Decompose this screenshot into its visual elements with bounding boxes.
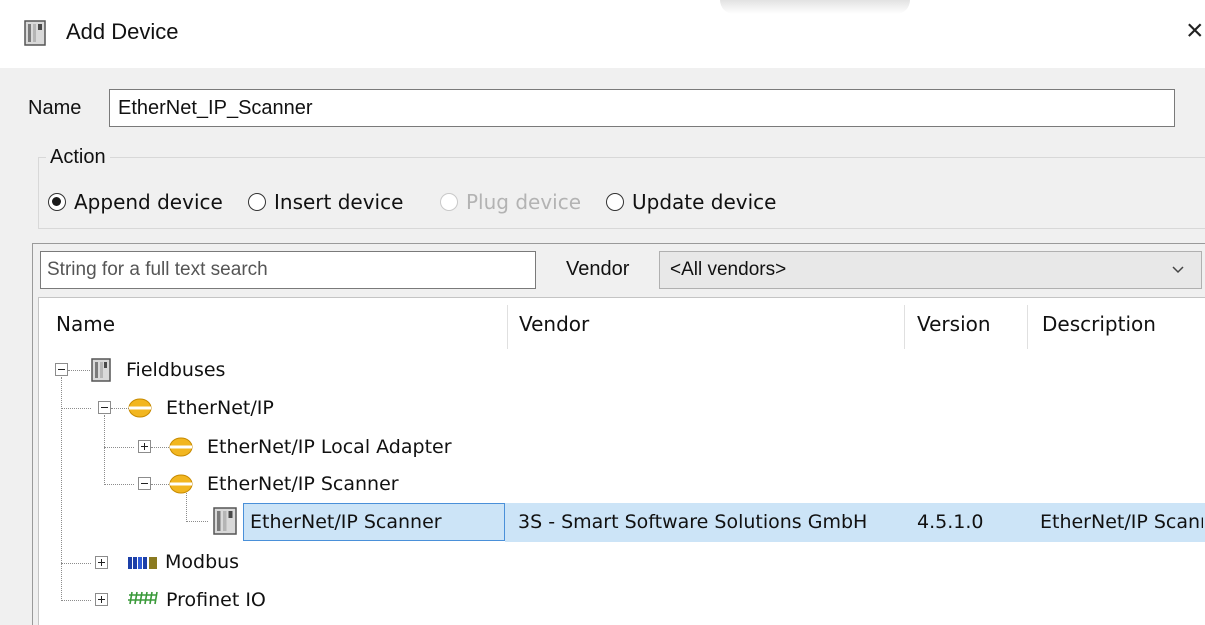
ethernet-ip-icon xyxy=(169,473,193,500)
title-bar xyxy=(0,0,1205,68)
tree-node-ethernet-ip-scanner-device[interactable]: EtherNet/IP Scanner xyxy=(250,511,442,533)
vendor-selected-value: <All vendors> xyxy=(670,259,787,280)
tree-node-ethernet-ip-scanner-group[interactable]: EtherNet/IP Scanner xyxy=(207,473,399,495)
tree-line xyxy=(61,377,62,601)
column-separator[interactable] xyxy=(904,305,905,349)
collapse-icon[interactable] xyxy=(55,363,68,376)
update-device-radio[interactable]: Update device xyxy=(606,189,776,215)
chevron-down-icon[interactable] xyxy=(1172,262,1184,274)
collapse-icon[interactable] xyxy=(138,477,151,490)
append-device-radio[interactable]: Append device xyxy=(48,189,223,215)
tree-line xyxy=(104,484,134,485)
device-icon xyxy=(91,358,111,387)
tree-line xyxy=(61,563,91,564)
radio-button-icon[interactable] xyxy=(248,193,266,211)
tree-node-profinet-io[interactable]: Profinet IO xyxy=(166,589,266,611)
tree-node-modbus[interactable]: Modbus xyxy=(165,551,239,573)
description-cell: EtherNet/IP Scanner xyxy=(1040,511,1203,533)
close-icon[interactable]: × xyxy=(1186,14,1204,48)
tree-line xyxy=(61,408,91,409)
tree-line xyxy=(61,600,91,601)
vendor-cell: 3S - Smart Software Solutions GmbH xyxy=(518,511,868,533)
expand-icon[interactable] xyxy=(95,556,108,569)
ethernet-ip-icon xyxy=(128,397,152,424)
tree-node-fieldbuses[interactable]: Fieldbuses xyxy=(126,359,225,381)
insert-device-label: Insert device xyxy=(274,190,404,214)
column-separator[interactable] xyxy=(1027,305,1028,349)
column-header-description[interactable]: Description xyxy=(1042,312,1156,336)
modbus-icon xyxy=(128,556,158,575)
column-header-name[interactable]: Name xyxy=(56,312,115,336)
search-input[interactable] xyxy=(40,251,536,289)
dialog-title: Add Device xyxy=(66,19,179,44)
plug-device-label: Plug device xyxy=(466,190,582,214)
collapse-icon[interactable] xyxy=(98,401,111,414)
description-cell-clip: EtherNet/IP Scanner xyxy=(1040,508,1203,538)
tree-line xyxy=(186,521,208,522)
tree-node-ethernet-ip-local-adapter[interactable]: EtherNet/IP Local Adapter xyxy=(207,436,452,458)
profinet-icon xyxy=(128,590,158,611)
radio-button-icon[interactable] xyxy=(48,193,66,211)
tree-line xyxy=(111,408,129,409)
expand-icon[interactable] xyxy=(95,593,108,606)
action-legend: Action xyxy=(46,146,110,169)
column-header-version[interactable]: Version xyxy=(917,312,991,336)
tree-line xyxy=(151,484,169,485)
tree-line xyxy=(104,447,134,448)
column-separator[interactable] xyxy=(507,305,508,349)
radio-button-icon[interactable] xyxy=(606,193,624,211)
tree-node-ethernet-ip[interactable]: EtherNet/IP xyxy=(166,397,274,419)
version-cell: 4.5.1.0 xyxy=(917,511,984,533)
device-icon xyxy=(24,20,46,46)
ethernet-ip-icon xyxy=(169,436,193,463)
name-label: Name xyxy=(28,97,82,119)
tree-line xyxy=(151,447,169,448)
scan-artifact xyxy=(720,0,910,14)
device-icon xyxy=(213,507,237,540)
column-header-vendor[interactable]: Vendor xyxy=(519,312,589,336)
plug-device-radio: Plug device xyxy=(440,189,581,215)
expand-icon[interactable] xyxy=(138,440,151,453)
tree-line xyxy=(104,415,105,485)
tree-line xyxy=(68,370,90,371)
insert-device-radio[interactable]: Insert device xyxy=(248,189,403,215)
update-device-label: Update device xyxy=(632,190,777,214)
vendor-label: Vendor xyxy=(566,258,630,280)
radio-button-icon xyxy=(440,193,458,211)
device-tree xyxy=(38,297,1205,625)
name-input[interactable] xyxy=(109,89,1175,127)
append-device-label: Append device xyxy=(74,190,223,214)
